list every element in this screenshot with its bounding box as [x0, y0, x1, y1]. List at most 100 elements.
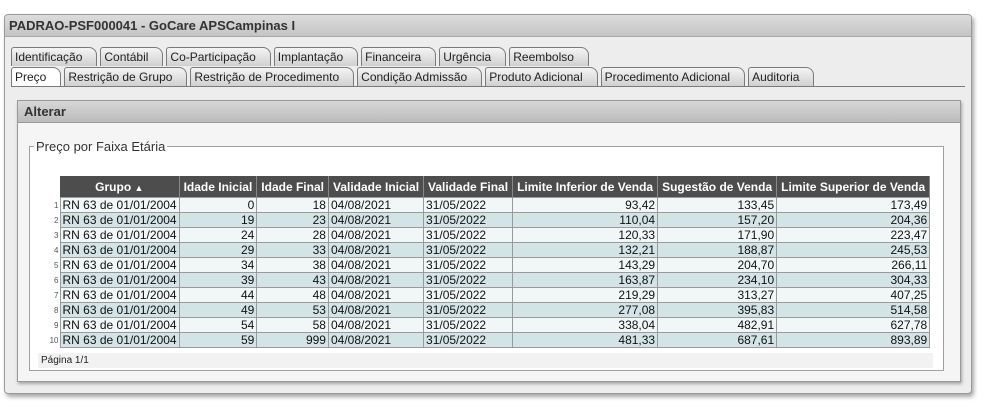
row-number: 5 — [38, 257, 60, 273]
cell-idade-fim: 23 — [256, 212, 329, 228]
column-header-idade-final[interactable]: Idade Final — [256, 176, 329, 198]
cell-grupo: RN 63 de 01/01/2004 — [59, 302, 180, 318]
column-header-validade-final[interactable]: Validade Final — [423, 176, 514, 198]
tab-procedimento-adicional[interactable]: Procedimento Adicional — [600, 67, 746, 86]
cell-grupo: RN 63 de 01/01/2004 — [59, 197, 180, 213]
column-header-limite-superior[interactable]: Limite Superior de Venda — [776, 176, 931, 198]
cell-grupo: RN 63 de 01/01/2004 — [59, 317, 180, 333]
cell-idade-fim: 53 — [256, 302, 329, 318]
column-header-grupo[interactable]: Grupo ▲ — [60, 176, 180, 198]
table-row[interactable]: 7 RN 63 de 01/01/2004 44 48 04/08/2021 31/05/… — [38, 287, 931, 303]
table-row[interactable]: 9 RN 63 de 01/01/2004 54 58 04/08/2021 31/05/… — [38, 317, 931, 333]
cell-grupo: RN 63 de 01/01/2004 — [59, 272, 180, 288]
cell-sugestao: 234,10 — [657, 272, 778, 288]
column-header-idade-inicial[interactable]: Idade Inicial — [179, 176, 258, 198]
tab-co-participacao[interactable]: Co-Participação — [166, 47, 271, 66]
cell-idade-ini: 49 — [178, 302, 258, 318]
cell-lim-sup: 223,47 — [776, 227, 931, 243]
tab-financeira[interactable]: Financeira — [361, 47, 437, 66]
tab-contabil[interactable]: Contábil — [100, 47, 164, 66]
cell-lim-inf: 110,04 — [512, 212, 659, 228]
row-number-header — [38, 176, 60, 198]
tab-restricao-de-grupo[interactable]: Restrição de Grupo — [64, 67, 188, 86]
tab-produto-adicional[interactable]: Produto Adicional — [485, 67, 598, 86]
cell-grupo: RN 63 de 01/01/2004 — [59, 212, 180, 228]
row-number: 8 — [38, 302, 60, 318]
tab-row-1: Identificação Contábil Co-Participação Impl… — [11, 47, 592, 67]
cell-sugestao: 133,45 — [657, 197, 778, 213]
cell-idade-ini: 29 — [178, 242, 258, 258]
cell-lim-sup: 627,78 — [776, 317, 931, 333]
row-number: 7 — [38, 287, 60, 303]
cell-lim-sup: 304,33 — [776, 272, 931, 288]
table-row[interactable]: 8 RN 63 de 01/01/2004 49 53 04/08/2021 31/05/… — [38, 302, 931, 318]
table-row[interactable]: 10 RN 63 de 01/01/2004 59 999 04/08/2021 31/0… — [38, 332, 931, 348]
table-row[interactable]: 6 RN 63 de 01/01/2004 39 43 04/08/2021 31/05/… — [38, 272, 931, 288]
cell-sugestao: 313,27 — [657, 287, 778, 303]
cell-val-fim: 31/05/2022 — [423, 257, 514, 273]
cell-idade-ini: 24 — [178, 227, 258, 243]
cell-idade-ini: 44 — [178, 287, 258, 303]
fieldset-legend: Preço por Faixa Etária — [36, 139, 166, 154]
column-header-validade-inicial[interactable]: Validade Inicial — [328, 176, 425, 198]
row-number: 2 — [38, 212, 60, 228]
cell-lim-inf: 338,04 — [512, 317, 659, 333]
table-row[interactable]: 1 RN 63 de 01/01/2004 0 18 04/08/2021 31/05/2… — [38, 197, 931, 213]
cell-idade-fim: 18 — [256, 197, 329, 213]
cell-val-fim: 31/05/2022 — [423, 227, 514, 243]
cell-lim-inf: 93,42 — [512, 197, 659, 213]
cell-idade-fim: 58 — [256, 317, 329, 333]
cell-lim-inf: 219,29 — [512, 287, 659, 303]
tab-reembolso[interactable]: Reembolso — [509, 47, 589, 66]
tab-identificacao[interactable]: Identificação — [11, 47, 98, 66]
cell-lim-sup: 266,11 — [776, 257, 931, 273]
tab-urgencia[interactable]: Urgência — [439, 47, 507, 66]
cell-grupo: RN 63 de 01/01/2004 — [59, 257, 180, 273]
cell-val-fim: 31/05/2022 — [423, 302, 514, 318]
cell-val-fim: 31/05/2022 — [423, 287, 514, 303]
cell-idade-fim: 33 — [256, 242, 329, 258]
main-window: PADRAO-PSF000041 - GoCare APSCampinas I … — [4, 14, 972, 394]
cell-sugestao: 188,87 — [657, 242, 778, 258]
cell-val-fim: 31/05/2022 — [423, 272, 514, 288]
cell-val-ini: 04/08/2021 — [327, 197, 425, 213]
cell-lim-inf: 120,33 — [512, 227, 659, 243]
table-row[interactable]: 4 RN 63 de 01/01/2004 29 33 04/08/2021 31/05/… — [38, 242, 931, 258]
cell-idade-fim: 999 — [256, 332, 329, 348]
cell-val-ini: 04/08/2021 — [327, 212, 425, 228]
cell-val-ini: 04/08/2021 — [327, 272, 425, 288]
cell-sugestao: 204,70 — [657, 257, 778, 273]
cell-lim-inf: 143,29 — [512, 257, 659, 273]
tab-preco[interactable]: Preço — [11, 67, 62, 87]
cell-idade-ini: 34 — [178, 257, 258, 273]
cell-lim-sup: 173,49 — [776, 197, 931, 213]
table-body: 1 RN 63 de 01/01/2004 0 18 04/08/2021 31/05/2… — [38, 197, 931, 348]
table-row[interactable]: 3 RN 63 de 01/01/2004 24 28 04/08/2021 31/05/… — [38, 227, 931, 243]
cell-grupo: RN 63 de 01/01/2004 — [59, 287, 180, 303]
window-title: PADRAO-PSF000041 - GoCare APSCampinas I — [5, 15, 971, 37]
row-number: 4 — [38, 242, 60, 258]
cell-val-ini: 04/08/2021 — [327, 257, 425, 273]
cell-val-fim: 31/05/2022 — [423, 242, 514, 258]
cell-idade-fim: 43 — [256, 272, 329, 288]
column-header-limite-inferior[interactable]: Limite Inferior de Venda — [512, 176, 659, 198]
cell-val-ini: 04/08/2021 — [327, 287, 425, 303]
cell-lim-inf: 481,33 — [512, 332, 659, 348]
cell-idade-ini: 54 — [178, 317, 258, 333]
row-number: 9 — [38, 317, 60, 333]
tab-condicao-admissao[interactable]: Condição Admissão — [357, 67, 483, 86]
tab-implantacao[interactable]: Implantação — [273, 47, 359, 66]
table-row[interactable]: 2 RN 63 de 01/01/2004 19 23 04/08/2021 31/05/… — [38, 212, 931, 228]
column-header-sugestao[interactable]: Sugestão de Venda — [657, 176, 778, 198]
cell-val-fim: 31/05/2022 — [423, 317, 514, 333]
table-row[interactable]: 5 RN 63 de 01/01/2004 34 38 04/08/2021 31/05/… — [38, 257, 931, 273]
cell-idade-ini: 39 — [178, 272, 258, 288]
tab-auditoria[interactable]: Auditoria — [748, 67, 815, 86]
sort-ascending-icon[interactable]: ▲ — [135, 183, 144, 193]
cell-grupo: RN 63 de 01/01/2004 — [59, 242, 180, 258]
cell-sugestao: 482,91 — [657, 317, 778, 333]
tab-restricao-de-procedimento[interactable]: Restrição de Procedimento — [190, 67, 355, 86]
cell-idade-fim: 38 — [256, 257, 329, 273]
cell-sugestao: 157,20 — [657, 212, 778, 228]
row-number: 1 — [38, 197, 60, 213]
